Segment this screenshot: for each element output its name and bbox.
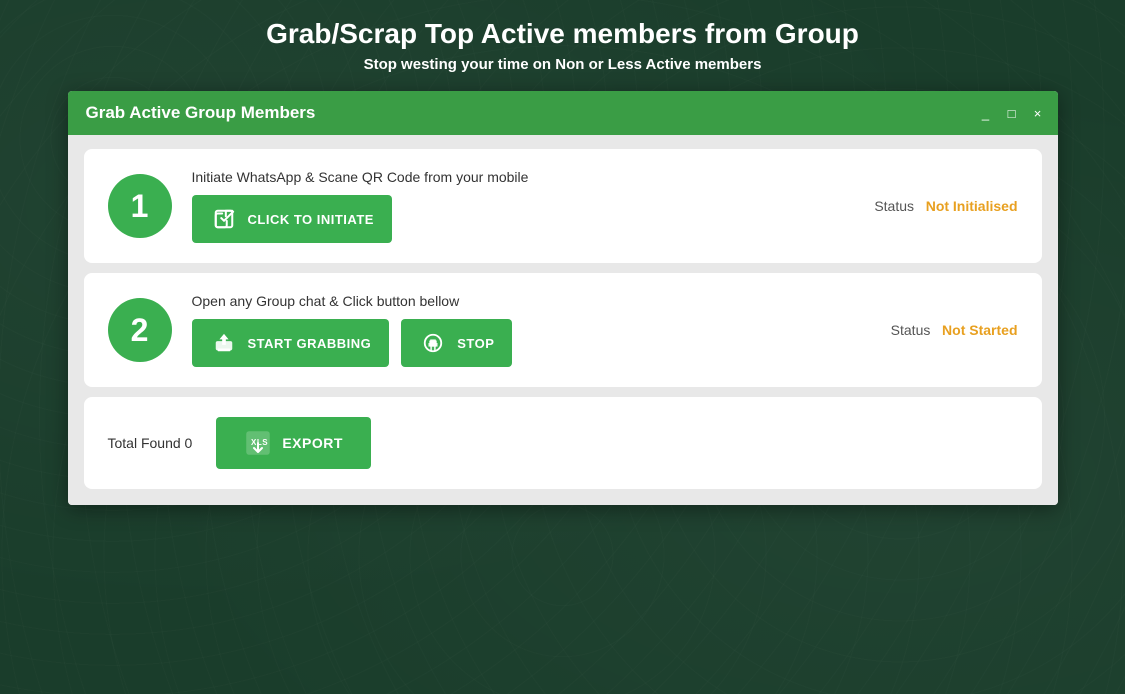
window-body: 1 Initiate WhatsApp & Scane QR Code from… — [68, 135, 1058, 505]
stop-button[interactable]: STOP — [401, 319, 512, 367]
maximize-button[interactable]: □ — [1004, 105, 1020, 121]
total-found-label: Total Found 0 — [108, 435, 193, 451]
stop-label: STOP — [457, 336, 494, 351]
step2-status-value: Not Started — [942, 322, 1017, 338]
step2-card: 2 Open any Group chat & Click button bel… — [84, 273, 1042, 387]
svg-text:XLS: XLS — [251, 438, 268, 447]
step2-status: Status Not Started — [891, 322, 1018, 338]
start-grabbing-label: START GRABBING — [248, 336, 372, 351]
step2-content: Open any Group chat & Click button bello… — [192, 293, 871, 367]
close-button[interactable]: × — [1030, 105, 1046, 121]
titlebar: Grab Active Group Members _ □ × — [68, 91, 1058, 135]
step2-status-label: Status — [891, 322, 931, 338]
step1-status-label: Status — [874, 198, 914, 214]
step2-circle: 2 — [108, 298, 172, 362]
minimize-button[interactable]: _ — [978, 105, 994, 121]
start-grabbing-button[interactable]: START GRABBING — [192, 319, 390, 367]
step1-card: 1 Initiate WhatsApp & Scane QR Code from… — [84, 149, 1042, 263]
export-button[interactable]: XLS EXPORT — [216, 417, 371, 469]
step2-buttons: START GRABBING STOP — [192, 319, 871, 367]
export-icon: XLS — [244, 429, 272, 457]
window-controls: _ □ × — [978, 105, 1046, 121]
step1-buttons: CLICK TO INITIATE — [192, 195, 855, 243]
grab-icon — [210, 329, 238, 357]
step1-instruction: Initiate WhatsApp & Scane QR Code from y… — [192, 169, 855, 185]
step1-circle: 1 — [108, 174, 172, 238]
step1-status: Status Not Initialised — [874, 198, 1017, 214]
initiate-button-label: CLICK TO INITIATE — [248, 212, 374, 227]
page-subtitle: Stop westing your time on Non or Less Ac… — [364, 56, 762, 73]
page-title: Grab/Scrap Top Active members from Group — [266, 18, 859, 50]
step2-instruction: Open any Group chat & Click button bello… — [192, 293, 871, 309]
step1-content: Initiate WhatsApp & Scane QR Code from y… — [192, 169, 855, 243]
app-window: Grab Active Group Members _ □ × 1 Initia… — [68, 91, 1058, 505]
export-card: Total Found 0 XLS EXPORT — [84, 397, 1042, 489]
export-button-label: EXPORT — [282, 435, 343, 451]
titlebar-title: Grab Active Group Members — [86, 103, 316, 123]
step1-status-value: Not Initialised — [926, 198, 1018, 214]
initiate-button[interactable]: CLICK TO INITIATE — [192, 195, 392, 243]
launch-icon — [210, 205, 238, 233]
stop-icon — [419, 329, 447, 357]
